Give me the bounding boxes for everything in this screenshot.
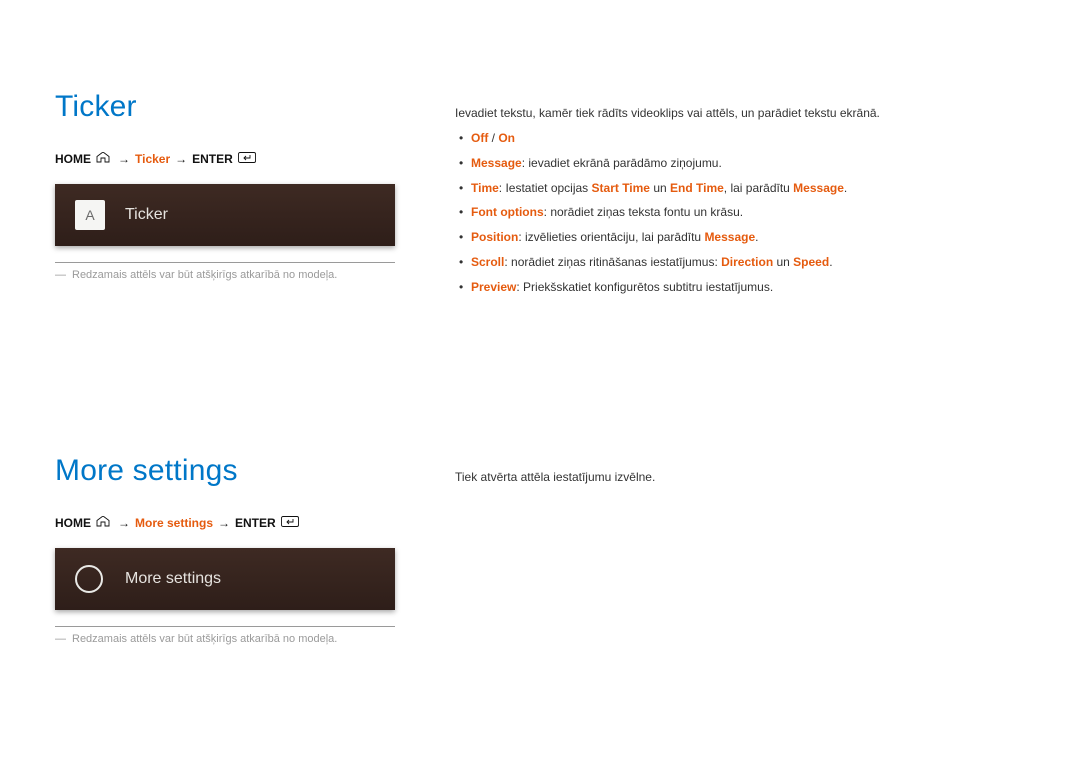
section-title-ticker: Ticker: [55, 90, 395, 124]
breadcrumb-ticker: HOME → Ticker → ENTER: [55, 152, 395, 166]
section-ticker: Ticker HOME → Ticker → ENTER A Ticker Re…: [55, 90, 1025, 304]
more-card-label: More settings: [125, 570, 221, 588]
breadcrumb-home: HOME: [55, 516, 91, 530]
bullet-preview: Preview: Priekšskatiet konfigurētos subt…: [455, 279, 1025, 296]
ticker-menu-card: A Ticker: [55, 184, 395, 246]
enter-icon: [281, 516, 299, 530]
breadcrumb-more: HOME → More settings → ENTER: [55, 516, 395, 530]
bullet-position: Position: izvēlieties orientāciju, lai p…: [455, 229, 1025, 246]
right-column: Tiek atvērta attēla iestatījumu izvēlne.: [455, 454, 1025, 645]
ticker-card-label: Ticker: [125, 206, 168, 224]
footnote: Redzamais attēls var būt atšķirīgs atkar…: [55, 633, 395, 645]
breadcrumb-home: HOME: [55, 152, 91, 166]
home-icon: [96, 152, 110, 166]
arrow-icon: →: [218, 516, 230, 530]
breadcrumb-mid: More settings: [135, 516, 213, 530]
arrow-icon: →: [175, 152, 187, 166]
section-more-settings: More settings HOME → More settings → ENT…: [55, 454, 1025, 645]
right-column: Ievadiet tekstu, kamēr tiek rādīts video…: [455, 90, 1025, 304]
divider: [55, 262, 395, 263]
left-column: More settings HOME → More settings → ENT…: [55, 454, 395, 645]
ticker-bullets: Off / On Message: ievadiet ekrānā parādā…: [455, 130, 1025, 296]
bullet-scroll: Scroll: norādiet ziņas ritināšanas iesta…: [455, 254, 1025, 271]
more-menu-card: More settings: [55, 548, 395, 610]
section-title-more: More settings: [55, 454, 395, 488]
circle-icon: [75, 565, 103, 593]
footnote-dash-icon: [55, 633, 66, 645]
arrow-icon: →: [118, 152, 130, 166]
arrow-icon: →: [118, 516, 130, 530]
breadcrumb-mid: Ticker: [135, 152, 170, 166]
ticker-intro: Ievadiet tekstu, kamēr tiek rādīts video…: [455, 106, 1025, 120]
ticker-card-letter: A: [85, 207, 94, 223]
divider: [55, 626, 395, 627]
bullet-message: Message: ievadiet ekrānā parādāmo ziņoju…: [455, 155, 1025, 172]
home-icon: [96, 516, 110, 530]
bullet-off-on: Off / On: [455, 130, 1025, 147]
section-gap: [55, 304, 1025, 454]
footnote: Redzamais attēls var būt atšķirīgs atkar…: [55, 269, 395, 281]
left-column: Ticker HOME → Ticker → ENTER A Ticker Re…: [55, 90, 395, 304]
breadcrumb-enter: ENTER: [235, 516, 276, 530]
bullet-time: Time: Iestatiet opcijas Start Time un En…: [455, 180, 1025, 197]
enter-icon: [238, 152, 256, 166]
footnote-text: Redzamais attēls var būt atšķirīgs atkar…: [72, 269, 337, 281]
breadcrumb-enter: ENTER: [192, 152, 233, 166]
bullet-font-options: Font options: norādiet ziņas teksta font…: [455, 204, 1025, 221]
ticker-card-icon: A: [75, 200, 105, 230]
footnote-text: Redzamais attēls var būt atšķirīgs atkar…: [72, 633, 337, 645]
footnote-dash-icon: [55, 269, 66, 281]
more-intro: Tiek atvērta attēla iestatījumu izvēlne.: [455, 470, 1025, 484]
